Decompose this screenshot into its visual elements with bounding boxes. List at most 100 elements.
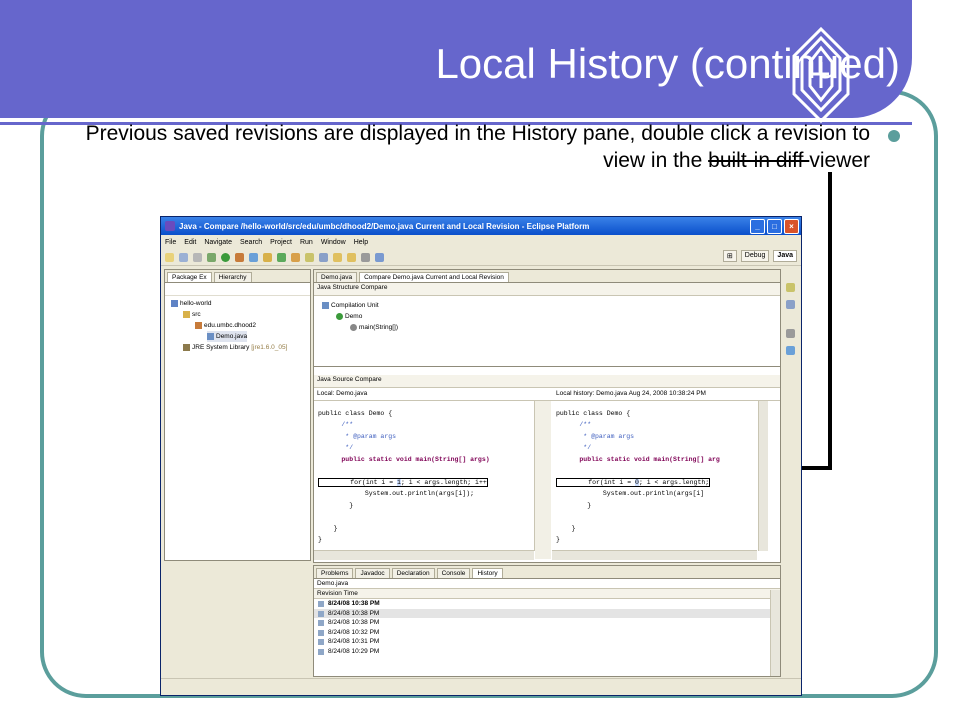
debug-icon[interactable] [207,252,216,262]
save-icon[interactable] [179,252,188,262]
minimize-button[interactable]: _ [750,219,765,234]
maximize-button[interactable]: □ [767,219,782,234]
menu-bar: File Edit Navigate Search Project Run Wi… [161,235,801,249]
tree-item-file[interactable]: Demo.java [207,331,248,342]
structure-label: Demo [345,313,363,320]
close-button[interactable]: × [784,219,799,234]
code-line: * @param args [341,432,397,440]
code-line: } [349,501,354,509]
code-line: public class Demo { [318,409,393,417]
bottom-panel: Problems Javadoc Declaration Console His… [313,565,781,677]
menu-edit[interactable]: Edit [184,239,196,246]
copy-icon[interactable] [375,252,384,262]
code-line: } [587,501,592,509]
menu-run[interactable]: Run [300,239,313,246]
code-line: * @param args [579,432,635,440]
history-row[interactable]: 8/24/08 10:31 PM [314,637,780,647]
forward-icon[interactable] [347,252,356,262]
left-compare-label: Local: Demo.java [317,390,368,397]
right-vertical-scrollbar[interactable] [758,401,768,551]
structure-label: Compilation Unit [331,302,379,309]
debug-perspective-button[interactable]: Debug [740,250,770,262]
structure-item-main[interactable]: main(String[]) [350,322,398,333]
tab-demo-java[interactable]: Demo.java [316,272,358,282]
open-type-icon[interactable] [291,252,300,262]
tree-label: src [192,311,201,318]
outline-icon[interactable] [785,283,795,292]
menu-window[interactable]: Window [321,239,346,246]
window-title: Java - Compare /hello-world/src/edu/umbc… [179,221,590,231]
search-icon[interactable] [305,252,314,262]
open-perspective-button[interactable]: ⊞ [722,250,737,262]
menu-navigate[interactable]: Navigate [204,239,232,246]
code-line: } [318,536,322,543]
new-package-icon[interactable] [263,252,272,262]
university-logo-icon [792,26,850,124]
code-line: /** [341,421,354,428]
code-line: ; i < args.length; [638,478,710,486]
right-trim-bar [782,269,798,389]
tab-console[interactable]: Console [436,568,471,578]
tab-history[interactable]: History [472,568,503,578]
history-row[interactable]: 8/24/08 10:38 PM [314,608,780,618]
external-tools-icon[interactable] [235,252,244,262]
code-line: System.out.println(args[i]); [364,490,475,497]
library-icon [183,343,190,351]
history-row[interactable]: 8/24/08 10:29 PM [314,647,780,657]
tab-javadoc[interactable]: Javadoc [355,568,390,578]
revision-time: 8/24/08 10:38 PM [328,619,380,626]
print-icon[interactable] [193,252,202,262]
code-line: public class Demo { [556,409,631,417]
history-row[interactable]: 8/24/08 10:38 PM [314,599,780,609]
new-icon[interactable] [165,252,174,262]
tree-item-src[interactable]: src [183,309,201,320]
tab-compare[interactable]: Compare Demo.java Current and Local Revi… [359,272,509,282]
compilation-unit-icon [322,301,329,309]
menu-file[interactable]: File [165,239,176,246]
pin-icon[interactable] [361,252,370,262]
structure-item-demo[interactable]: Demo [336,311,362,322]
folder-icon [183,310,190,318]
left-horizontal-scrollbar[interactable] [314,550,534,560]
tab-problems[interactable]: Problems [316,568,354,578]
tasks-icon[interactable] [785,300,795,309]
history-row[interactable]: 8/24/08 10:38 PM [314,618,780,628]
new-java-project-icon[interactable] [249,252,258,262]
tree-item-jre[interactable]: JRE System Library [jre1.6.0_05] [183,342,287,353]
editor-panel: Demo.java Compare Demo.java Current and … [313,269,781,563]
revision-time: 8/24/08 10:32 PM [328,628,380,636]
status-bar [161,678,801,695]
menu-project[interactable]: Project [270,239,292,246]
history-row[interactable]: 8/24/08 10:32 PM [314,628,780,638]
history-column-header[interactable]: Revision Time [314,588,780,599]
java-perspective-button[interactable]: Java [773,250,797,262]
structure-item-compilation-unit[interactable]: Compilation Unit [322,300,379,311]
back-icon[interactable] [333,252,342,262]
eclipse-icon [165,221,175,231]
history-file-label: Demo.java [317,580,349,587]
new-class-icon[interactable] [277,252,286,262]
code-line: public static void main(String[] args) [341,455,490,463]
right-source-pane[interactable]: public class Demo { /** * @param args */… [552,401,757,551]
tab-declaration[interactable]: Declaration [391,568,435,578]
right-horizontal-scrollbar[interactable] [552,550,757,560]
history-vertical-scrollbar[interactable] [770,590,780,676]
slide-caption: Previous saved revisions are displayed i… [70,120,870,174]
run-icon[interactable] [221,252,230,262]
caption-strike-text: built-in diff [708,149,810,172]
next-annotation-icon[interactable] [319,252,328,262]
menu-search[interactable]: Search [240,239,262,246]
menu-help[interactable]: Help [354,239,368,246]
tree-item-project[interactable]: hello-world [171,298,211,309]
tree-label: hello-world [180,300,212,307]
tree-label: Demo.java [216,333,248,340]
restore-icon[interactable] [785,329,795,338]
window-titlebar[interactable]: Java - Compare /hello-world/src/edu/umbc… [161,217,801,235]
tree-item-package[interactable]: edu.umbc.dhood2 [195,320,256,331]
tab-package-explorer[interactable]: Package Ex [167,272,212,282]
main-toolbar: ⊞ Debug Java [161,249,801,266]
tab-hierarchy[interactable]: Hierarchy [213,272,252,282]
code-line: ; i < args.length; i++ [400,478,487,486]
left-source-pane[interactable]: public class Demo { /** * @param args */… [314,401,535,551]
layout-icon[interactable] [785,346,795,355]
